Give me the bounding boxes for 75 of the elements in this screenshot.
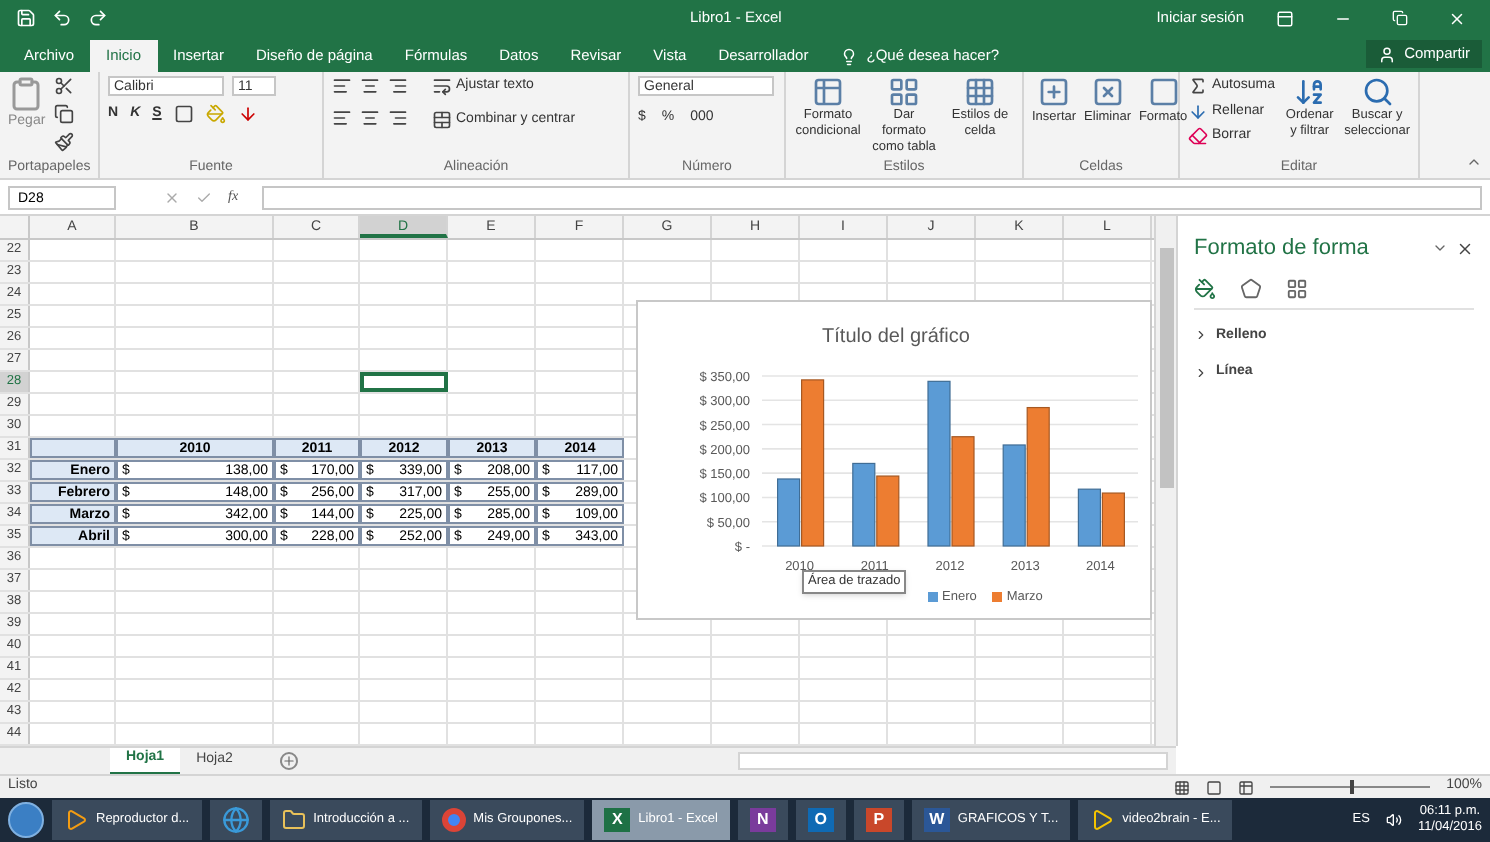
pentagon-icon[interactable] [1240,277,1262,299]
user-icon [1378,45,1397,63]
close-icon[interactable] [1456,239,1474,258]
size-properties-icon[interactable] [1286,277,1308,299]
formula-field[interactable] [262,185,1482,209]
align-right-icon[interactable] [388,108,408,128]
bar[interactable] [801,379,825,547]
play-icon [1090,808,1115,832]
browser-icon [221,806,250,834]
app-icon: O [807,808,834,832]
collapsed-icon [1194,328,1208,343]
vertical-scrollbar[interactable] [1154,216,1176,746]
collapse-ribbon-icon[interactable] [1466,154,1482,170]
fill-line-icon[interactable] [1194,277,1216,299]
bar[interactable] [1077,488,1101,547]
media-player-icon [64,808,88,832]
bar[interactable] [1101,492,1125,547]
align-right-icon[interactable] [388,76,408,96]
horizontal-scrollbar[interactable] [738,752,1168,770]
wrap-text-icon [432,76,452,97]
font-color-icon[interactable] [237,104,258,125]
taskbar-item[interactable] [209,800,262,840]
redo-icon[interactable] [88,8,108,28]
cut-icon[interactable] [53,76,74,96]
taskbar-item[interactable]: O [795,800,846,840]
ribbon-display-icon[interactable] [1276,9,1294,27]
normal-view-icon[interactable] [1174,779,1191,795]
cells-icon [1038,76,1071,108]
taskbar-item[interactable]: P [853,800,904,840]
page-break-icon[interactable] [1238,779,1255,795]
new-sheet-icon[interactable] [280,752,299,770]
sigma-icon [1188,76,1208,97]
align-left-icon[interactable] [332,76,352,96]
collapsed-icon [1194,365,1208,380]
browser-icon [441,808,466,832]
align-center-icon[interactable] [360,76,380,96]
table-icon [964,76,996,108]
app-icon: P [865,808,892,832]
search-icon [1361,76,1394,108]
undo-icon[interactable] [52,8,72,28]
bar[interactable] [852,462,876,547]
format-painter-icon[interactable] [53,132,74,152]
restore-icon[interactable] [1392,10,1408,26]
close-icon[interactable] [1448,9,1466,27]
align-left-icon[interactable] [332,108,352,128]
selected-cell[interactable] [360,372,448,392]
start-button[interactable] [8,802,44,838]
zoom-thumb[interactable] [1350,780,1355,794]
sort-icon [1293,76,1326,108]
app-icon: X [604,808,631,832]
folder-icon [281,808,306,832]
app-icon: W [923,808,950,832]
table-header-cell [30,438,116,458]
page-layout-icon[interactable] [1206,779,1223,795]
lightbulb-icon [840,47,859,65]
border-icon[interactable] [173,104,194,125]
cells-icon [1091,76,1124,108]
save-icon[interactable] [16,8,36,28]
table-icon [888,76,920,108]
eraser-icon [1188,126,1208,147]
cells-icon [1147,76,1180,108]
copy-icon[interactable] [53,104,74,124]
clipboard-icon [8,76,45,112]
merge-icon [432,109,452,130]
speaker-icon[interactable] [1385,812,1402,828]
fill-color-icon[interactable] [205,104,226,125]
taskbar-item[interactable]: N [737,800,788,840]
bar[interactable] [1002,444,1026,547]
bar[interactable] [777,478,801,547]
align-center-icon[interactable] [360,108,380,128]
pane-title: Formato de forma [1194,234,1369,264]
table-icon [812,76,844,108]
app-icon: N [749,808,776,832]
chart-title: Título del gráfico [822,326,970,348]
arrow-down-icon [1188,101,1208,122]
